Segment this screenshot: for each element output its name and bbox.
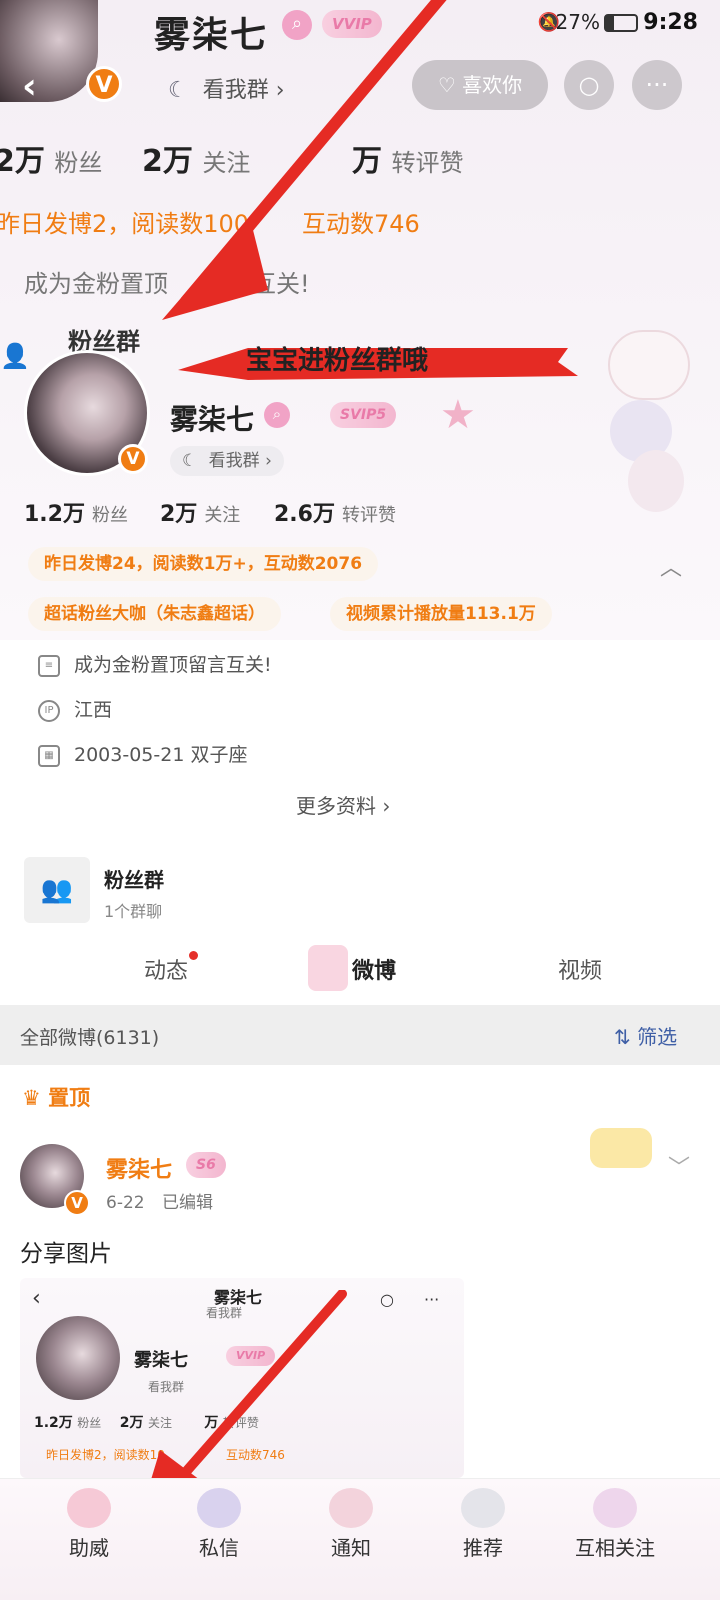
unread-dot <box>189 951 199 960</box>
super-topic-badge[interactable]: 超话粉丝大咖（朱志鑫超话） <box>28 597 281 631</box>
filter-button[interactable]: ⇅ 筛选 <box>614 1021 677 1050</box>
video-plays-badge: 视频累计播放量113.1万 <box>330 597 552 631</box>
top-yesterday-tail: 互动数746 <box>302 210 420 238</box>
stat-repost[interactable]: 2.6万 转评赞 <box>274 496 396 528</box>
crown-icon: ♛ <box>22 1086 41 1110</box>
post-level-badge: S6 <box>186 1152 226 1178</box>
fan-group-title[interactable]: 粉丝群 <box>104 864 164 893</box>
pinned-label: ♛ 置顶 <box>22 1086 91 1110</box>
back-arrow-icon[interactable]: ‹ <box>22 66 37 107</box>
fan-group-person-icon: 👤 <box>0 342 30 370</box>
svip-badge: SVIP5 <box>330 402 397 428</box>
mutual-follow-button[interactable]: 互相关注 <box>560 1488 670 1561</box>
assist-button[interactable]: 助威 <box>34 1488 144 1561</box>
ip-icon: IP <box>38 699 60 722</box>
hand-heart-icon: ♡ <box>437 73 456 97</box>
like-you-button[interactable]: ♡ 喜欢你 <box>412 60 548 110</box>
balloon-icon-2 <box>628 450 684 512</box>
profile-verified-badge: V <box>118 444 148 474</box>
more-button[interactable]: ··· <box>632 60 682 110</box>
post-verified-badge: V <box>64 1190 90 1216</box>
post-author-name[interactable]: 雾柒七 <box>106 1152 172 1184</box>
all-posts-count: 全部微博(6131) <box>20 1027 160 1049</box>
profile-username: 雾柒七 <box>170 403 255 436</box>
filter-bar: 全部微博(6131) ⇅ 筛选 <box>0 1005 720 1065</box>
tab-weibo[interactable]: 微博 <box>352 953 396 985</box>
info-pin-note: ≡ 成为金粉置顶留言互关! <box>38 650 272 677</box>
chevron-right-icon: › <box>265 451 272 471</box>
vvip-badge: VVIP <box>322 10 382 38</box>
bunny-sticker-icon <box>608 330 690 400</box>
notify-button[interactable]: 通知 <box>296 1488 406 1561</box>
moon-icon: ☾ <box>168 78 188 103</box>
bow-icon <box>593 1488 637 1528</box>
moon-icon: ☾ <box>182 451 198 471</box>
filter-icon: ⇅ <box>614 1025 631 1049</box>
post-meta: 6-22 已编辑 <box>106 1193 213 1213</box>
stat-fans[interactable]: 1.2万 粉丝 <box>24 496 128 528</box>
info-ip-region: IP 江西 <box>38 695 112 722</box>
cat-icon <box>461 1488 505 1528</box>
header-avatar[interactable] <box>0 0 98 102</box>
top-stat-follow: 2万 关注 <box>142 144 251 179</box>
chevron-up-icon[interactable]: ︿ <box>660 550 682 582</box>
search-badge-icon-2: ⌕ <box>264 402 290 428</box>
embed-more-icon: ··· <box>424 1290 440 1309</box>
more-dots-icon: ··· <box>645 71 669 99</box>
dm-button[interactable]: 私信 <box>164 1488 274 1561</box>
embed-back-icon: ‹ <box>32 1286 41 1311</box>
parfait-icon <box>329 1488 373 1528</box>
content-tabs: 动态 微博 视频 <box>0 935 720 1005</box>
post-text: 分享图片 <box>20 1241 112 1267</box>
cupcake-icon <box>67 1488 111 1528</box>
info-birthday: ▦ 2003-05-21 双子座 <box>38 740 247 767</box>
recommend-button[interactable]: 推荐 <box>428 1488 538 1561</box>
stat-follow[interactable]: 2万 关注 <box>160 496 240 528</box>
cake-icon <box>308 945 348 991</box>
search-icon: ○ <box>578 71 600 99</box>
battery-icon <box>604 14 638 32</box>
view-group-link[interactable]: ☾ 看我群 › <box>168 72 285 104</box>
chevron-right-icon: › <box>275 78 285 103</box>
annotation-arrowhead-top <box>162 218 268 320</box>
yesterday-summary: 昨日发博24，阅读数1万+，互动数2076 <box>28 547 379 581</box>
clock: 9:28 <box>643 10 698 35</box>
more-info-link[interactable]: 更多资料 › <box>296 790 390 819</box>
annotation-text: 宝宝进粉丝群哦 <box>246 346 429 376</box>
star-sticker-icon: ★ <box>440 392 476 438</box>
post-menu-chevron-icon[interactable]: ﹀ <box>668 1150 690 1182</box>
fan-group-subtitle: 1个群聊 <box>104 902 163 921</box>
cheese-sticker-icon <box>590 1128 652 1168</box>
embed-search-icon: ○ <box>380 1290 394 1309</box>
calendar-icon: ▦ <box>38 744 60 767</box>
verified-badge: V <box>86 66 122 102</box>
dessert-icon <box>197 1488 241 1528</box>
top-stat-repost: 万 转评赞 <box>352 144 464 179</box>
group-chat-icon[interactable]: 👥 <box>24 857 90 923</box>
chevron-right-icon: › <box>382 794 391 818</box>
header-username: 雾柒七 <box>154 15 269 56</box>
document-icon: ≡ <box>38 654 60 677</box>
top-stats: 2万 粉丝 <box>0 144 103 179</box>
battery-percent: 27% <box>555 10 600 34</box>
search-button[interactable]: ○ <box>564 60 614 110</box>
search-badge-icon: ⌕ <box>282 10 312 40</box>
embed-avatar <box>36 1316 120 1400</box>
tab-video[interactable]: 视频 <box>558 953 602 985</box>
tab-dynamic[interactable]: 动态 <box>144 951 199 985</box>
profile-view-group-link[interactable]: ☾ 看我群 › <box>170 446 284 476</box>
